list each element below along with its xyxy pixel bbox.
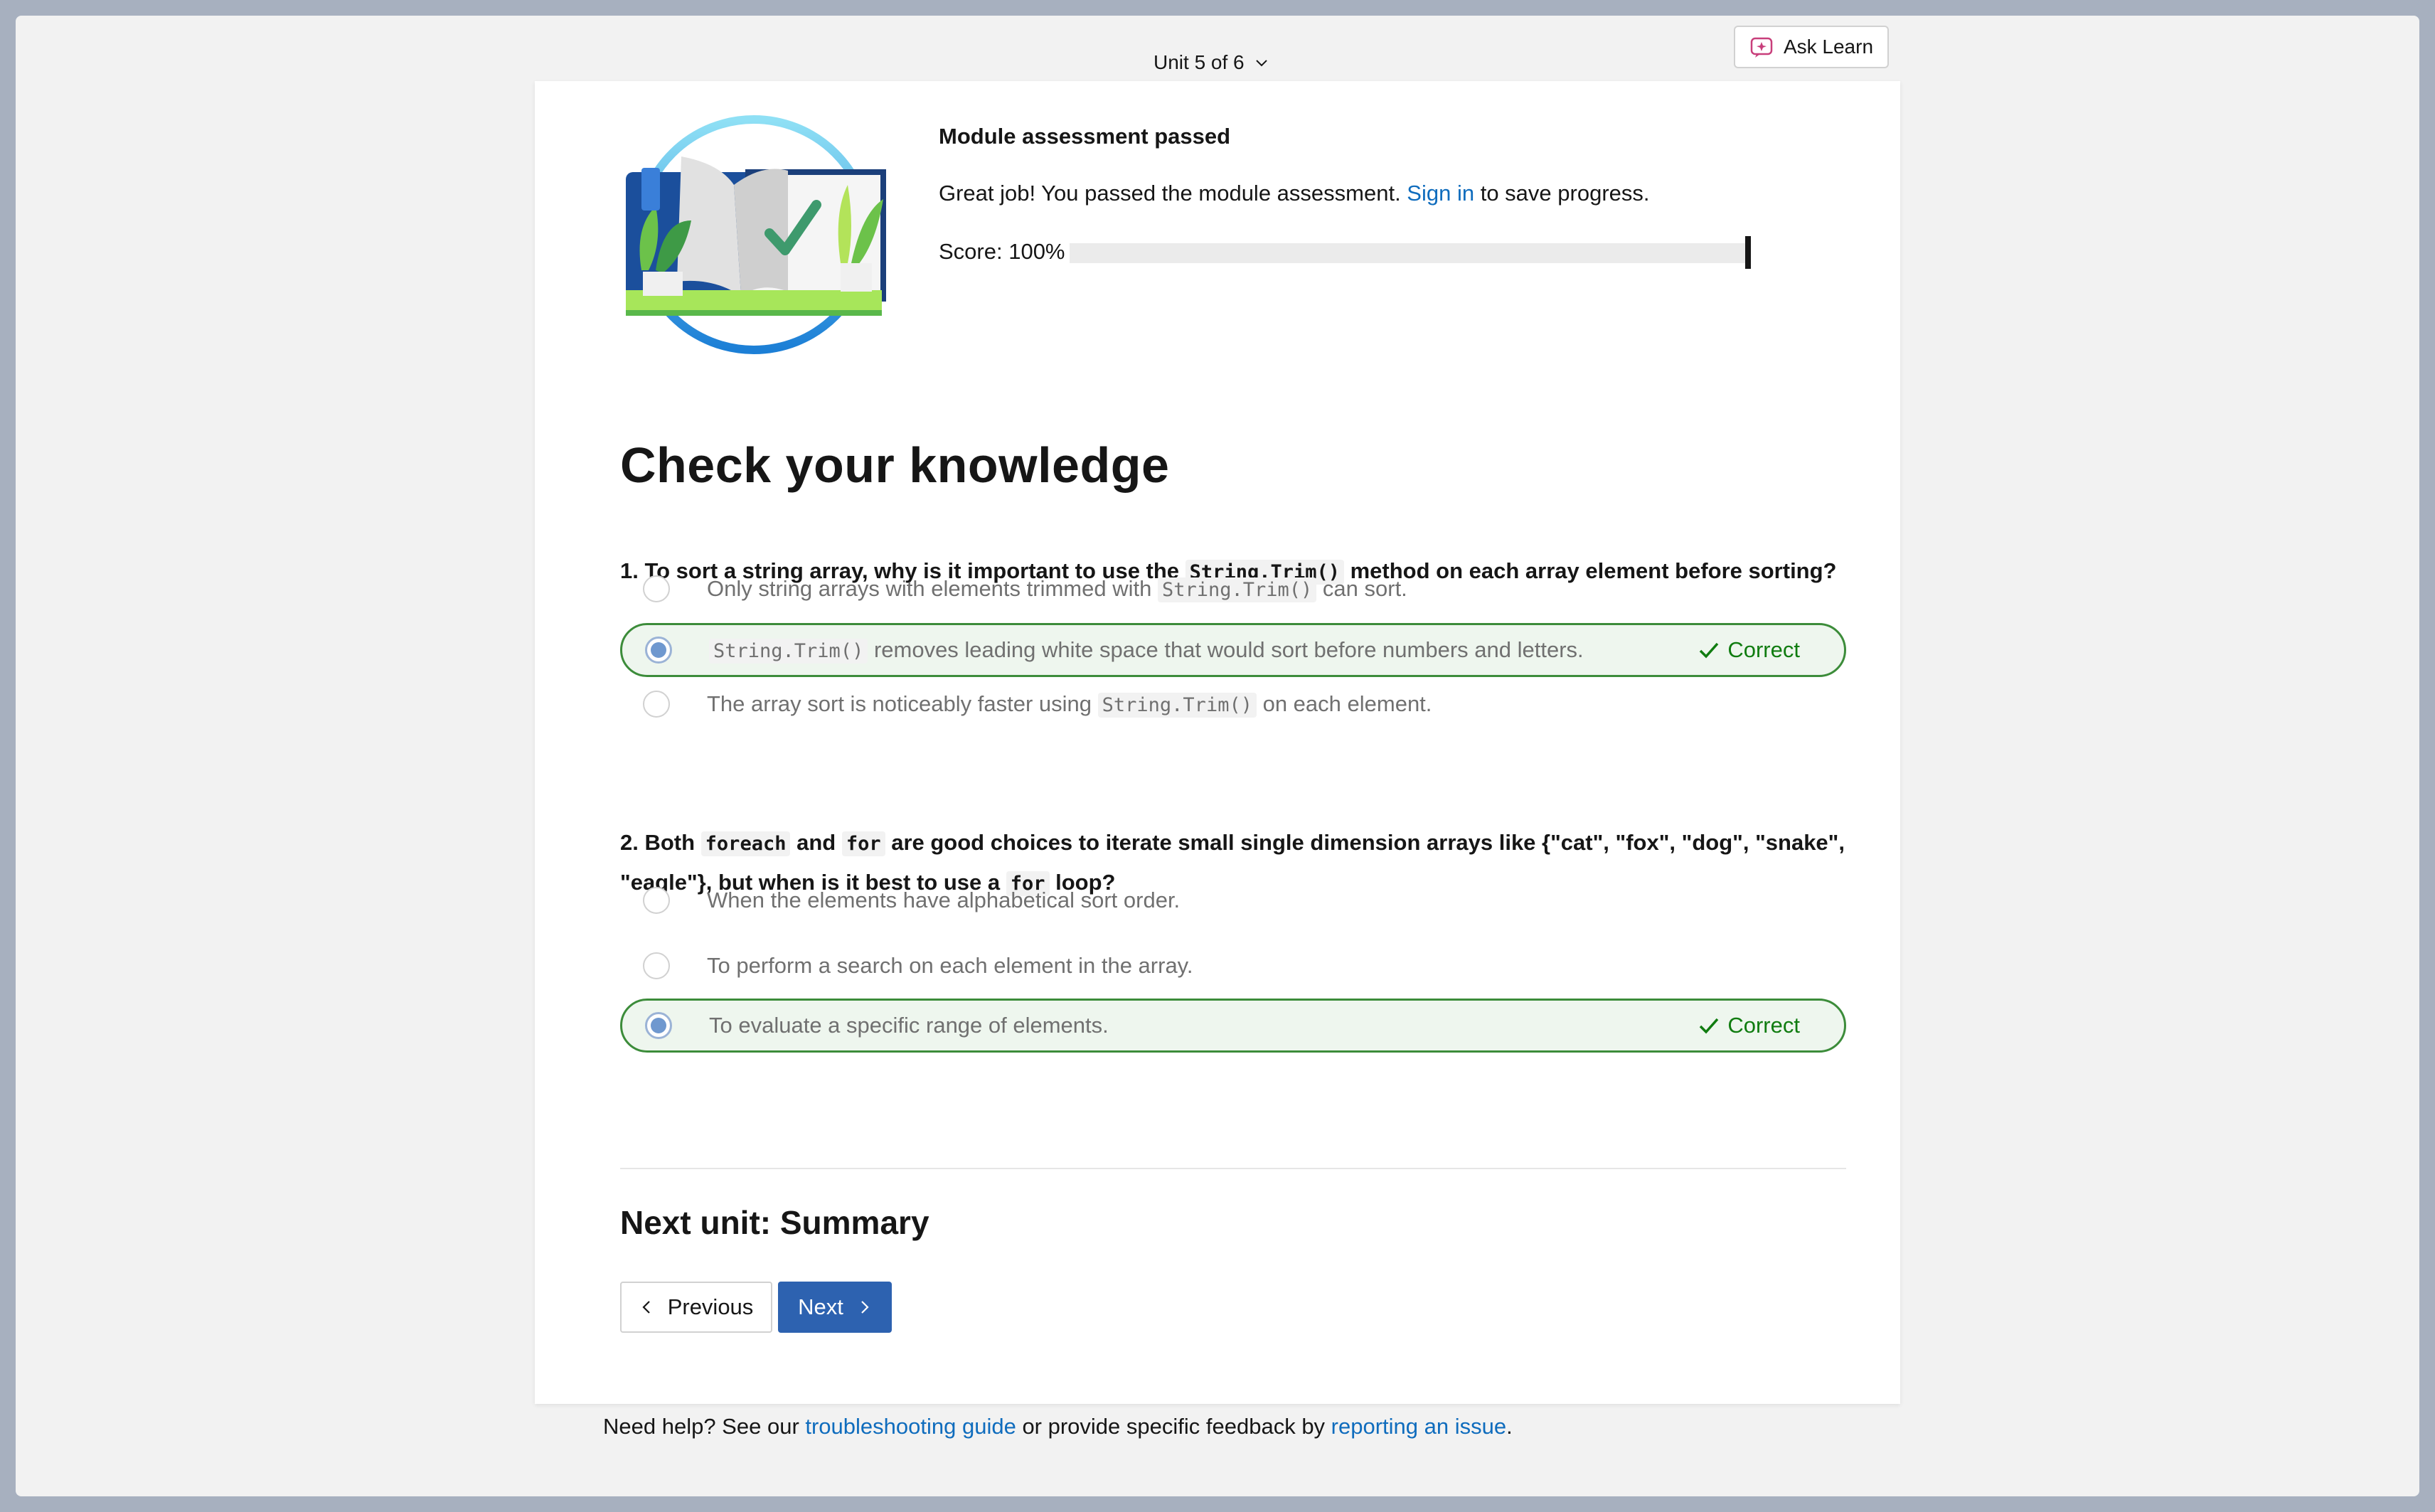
q2-option-3[interactable]: To evaluate a specific range of elements… bbox=[620, 999, 1846, 1053]
help-text: Need help? See our troubleshooting guide… bbox=[603, 1414, 1513, 1439]
chevron-right-icon bbox=[861, 1301, 869, 1314]
assessment-title: Module assessment passed bbox=[939, 124, 1231, 149]
q1-option-3[interactable]: The array sort is noticeably faster usin… bbox=[620, 677, 1846, 731]
troubleshooting-guide-link[interactable]: troubleshooting guide bbox=[805, 1414, 1016, 1439]
unit-selector[interactable]: Unit 5 of 6 bbox=[1153, 48, 1270, 77]
correct-badge: Correct bbox=[1698, 637, 1800, 663]
chevron-down-icon bbox=[1255, 60, 1267, 67]
score-progress-bar bbox=[1070, 243, 1745, 263]
radio-button[interactable] bbox=[643, 887, 670, 914]
radio-button-selected[interactable] bbox=[645, 637, 672, 664]
ask-learn-button[interactable]: Ask Learn bbox=[1734, 26, 1889, 68]
content-card: Module assessment passed Great job! You … bbox=[535, 81, 1900, 1404]
q1-option-1[interactable]: Only string arrays with elements trimmed… bbox=[620, 562, 1846, 616]
radio-button[interactable] bbox=[643, 575, 670, 602]
radio-button[interactable] bbox=[643, 952, 670, 979]
checkmark-icon bbox=[1700, 1018, 1719, 1034]
report-issue-link[interactable]: reporting an issue bbox=[1331, 1414, 1506, 1439]
next-button[interactable]: Next bbox=[778, 1282, 892, 1333]
radio-button[interactable] bbox=[643, 691, 670, 718]
radio-button-selected[interactable] bbox=[645, 1012, 672, 1039]
score-label: Score: 100% bbox=[939, 239, 1065, 264]
page-title: Check your knowledge bbox=[620, 437, 1170, 493]
assessment-message: Great job! You passed the module assessm… bbox=[939, 181, 1650, 206]
chevron-left-icon bbox=[642, 1301, 650, 1314]
sign-in-link[interactable]: Sign in bbox=[1407, 181, 1474, 206]
q2-option-1[interactable]: When the elements have alphabetical sort… bbox=[620, 873, 1846, 927]
unit-label: Unit 5 of 6 bbox=[1153, 51, 1245, 73]
assessment-illustration bbox=[626, 115, 886, 354]
ask-learn-label: Ask Learn bbox=[1783, 36, 1874, 58]
score-marker bbox=[1745, 236, 1751, 269]
checkmark-icon bbox=[1700, 642, 1719, 659]
q1-option-2[interactable]: String.Trim() removes leading white spac… bbox=[620, 623, 1846, 677]
correct-badge: Correct bbox=[1698, 1013, 1800, 1038]
q2-option-2[interactable]: To perform a search on each element in t… bbox=[620, 939, 1846, 993]
previous-button[interactable]: Previous bbox=[620, 1282, 772, 1333]
divider bbox=[620, 1168, 1846, 1169]
next-unit-title: Next unit: Summary bbox=[620, 1204, 929, 1241]
browser-window: Unit 5 of 6 Ask Learn Module assessment … bbox=[16, 16, 2419, 1496]
copilot-chat-icon bbox=[1750, 37, 1773, 58]
